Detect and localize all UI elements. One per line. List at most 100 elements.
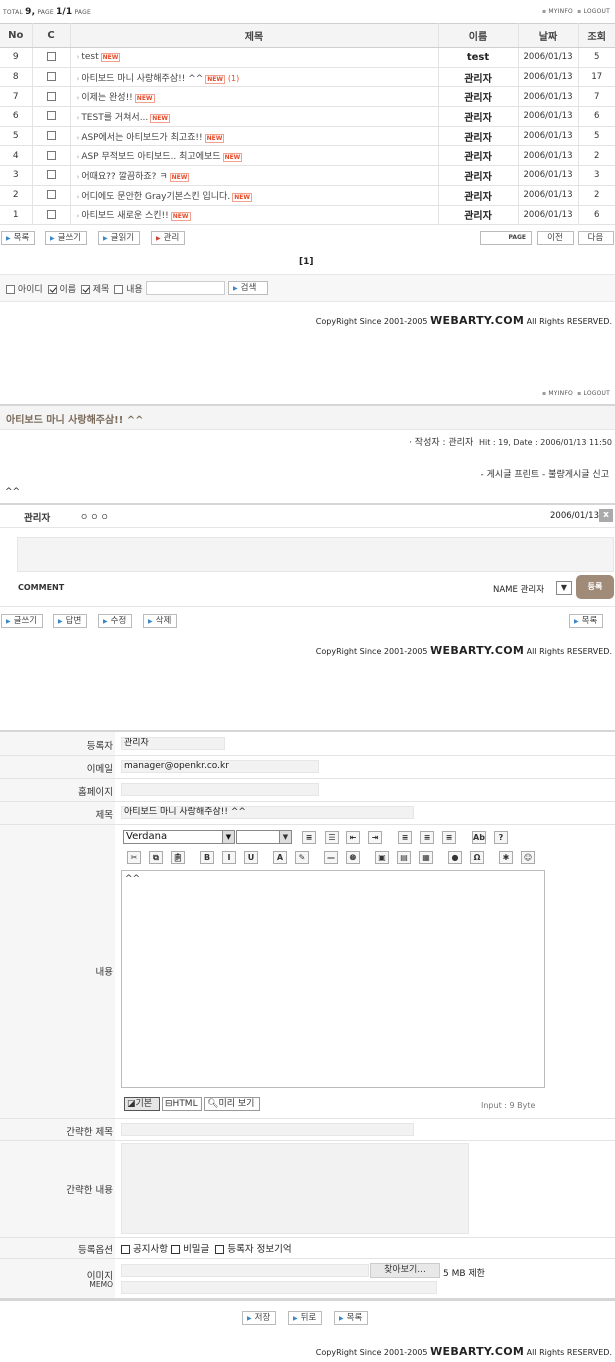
row-name[interactable]: 관리자 bbox=[438, 126, 519, 147]
color-picker-icon[interactable]: ● bbox=[448, 851, 462, 864]
highlight-icon[interactable]: ✎ bbox=[295, 851, 309, 864]
font-select[interactable]: Verdana ▼ bbox=[123, 830, 235, 844]
row-title-cell[interactable]: › ASP 무적보드 아티보드.. 최고에보드 NEW bbox=[70, 145, 439, 167]
row-name[interactable]: test bbox=[438, 47, 519, 68]
content-editor[interactable]: ^^ bbox=[121, 870, 545, 1088]
search-input[interactable] bbox=[146, 281, 225, 295]
row-checkbox[interactable] bbox=[46, 91, 56, 101]
form-list-button[interactable]: ▶ 목록 bbox=[334, 1311, 369, 1325]
table-row[interactable]: 7 › 이제는 완성!! NEW 관리자 2006/01/13 7 bbox=[0, 86, 615, 108]
view-myinfo-link[interactable]: MYINFO bbox=[548, 390, 572, 397]
row-checkbox[interactable] bbox=[46, 150, 56, 160]
ordered-list-icon[interactable]: ≡ bbox=[302, 831, 316, 844]
pagination[interactable]: [1] bbox=[299, 257, 314, 267]
row-name[interactable]: 관리자 bbox=[438, 205, 519, 226]
align-right-icon[interactable]: ≡ bbox=[442, 831, 456, 844]
read-button[interactable]: ▶ 글읽기 bbox=[98, 231, 141, 245]
help-icon[interactable]: ? bbox=[494, 831, 508, 844]
myinfo-link[interactable]: MYINFO bbox=[548, 8, 572, 15]
image-icon[interactable]: ▣ bbox=[375, 851, 389, 864]
row-title[interactable]: TEST를 거쳐서... bbox=[81, 113, 148, 123]
row-checkbox[interactable] bbox=[46, 111, 56, 121]
cut-icon[interactable]: ✂ bbox=[127, 851, 141, 864]
prev-button[interactable]: 이전 bbox=[537, 231, 574, 245]
short-content-textarea[interactable] bbox=[121, 1143, 469, 1234]
row-title-cell[interactable]: › 아티보드 마니 사랑해주삼!! ^^ NEW (1) bbox=[70, 67, 439, 88]
indent-icon[interactable]: ⇥ bbox=[368, 831, 382, 844]
table-icon[interactable]: ▦ bbox=[419, 851, 433, 864]
row-checkbox[interactable] bbox=[46, 190, 56, 200]
author-field[interactable]: 관리자 bbox=[121, 737, 225, 750]
row-title[interactable]: 어디에도 문안한 Gray기본스킨 입니다. bbox=[81, 192, 230, 202]
row-title-cell[interactable]: › 어때요?? 깔끔하죠? ㅋ NEW bbox=[70, 165, 439, 186]
row-title-cell[interactable]: › ASP에서는 아티보드가 최고죠!! NEW bbox=[70, 126, 439, 147]
smiley-icon[interactable]: ☺ bbox=[521, 851, 535, 864]
spellcheck-icon[interactable]: Ab bbox=[472, 831, 486, 844]
logout-link[interactable]: LOGOUT bbox=[584, 8, 610, 15]
edit-button[interactable]: ▶ 수정 bbox=[98, 614, 133, 628]
row-title[interactable]: ASP에서는 아티보드가 최고죠!! bbox=[81, 133, 202, 143]
font-color-icon[interactable]: A bbox=[273, 851, 287, 864]
view-logout-link[interactable]: LOGOUT bbox=[584, 390, 610, 397]
mode-html-tab[interactable]: ⊟HTML bbox=[162, 1097, 202, 1111]
link-icon[interactable]: 🌐︎ bbox=[346, 851, 360, 864]
email-field[interactable]: manager@openkr.co.kr bbox=[121, 760, 319, 773]
row-title[interactable]: test bbox=[81, 52, 98, 62]
row-title-cell[interactable]: › test NEW bbox=[70, 47, 439, 68]
special-char-icon[interactable]: Ω bbox=[470, 851, 484, 864]
row-name[interactable]: 관리자 bbox=[438, 106, 519, 127]
write-button[interactable]: ▶ 글쓰기 bbox=[45, 231, 88, 245]
row-name[interactable]: 관리자 bbox=[438, 86, 519, 108]
row-title-cell[interactable]: › 아티보드 새로운 스킨!! NEW bbox=[70, 205, 439, 226]
outdent-icon[interactable]: ⇤ bbox=[346, 831, 360, 844]
back-button[interactable]: ▶ 뒤로 bbox=[288, 1311, 323, 1325]
search-content-checkbox[interactable] bbox=[114, 285, 124, 294]
table-row[interactable]: 8 › 아티보드 마니 사랑해주삼!! ^^ NEW (1) 관리자 2006/01/13… bbox=[0, 67, 615, 88]
paste-icon[interactable]: 📋︎ bbox=[171, 851, 185, 864]
post-actions[interactable]: - 게시글 프린트 - 불량게시글 신고 bbox=[481, 467, 609, 480]
save-button[interactable]: ▶ 저장 bbox=[242, 1311, 277, 1325]
search-name-checkbox[interactable] bbox=[47, 285, 57, 294]
row-checkbox[interactable] bbox=[46, 131, 56, 141]
page-input[interactable]: PAGE bbox=[480, 231, 532, 245]
row-name[interactable]: 관리자 bbox=[438, 165, 519, 186]
row-checkbox[interactable] bbox=[46, 209, 56, 219]
mode-basic-tab[interactable]: ◪기본 bbox=[124, 1097, 160, 1111]
table-row[interactable]: 9 › test NEW test 2006/01/13 5 bbox=[0, 47, 615, 68]
view-list-button[interactable]: ▶ 목록 bbox=[569, 614, 604, 628]
bold-icon[interactable]: B bbox=[200, 851, 214, 864]
search-id-checkbox[interactable] bbox=[6, 285, 15, 294]
row-checkbox[interactable] bbox=[46, 52, 56, 62]
image-file-field[interactable] bbox=[121, 1264, 369, 1277]
media-icon[interactable]: ▤ bbox=[397, 851, 411, 864]
row-title-cell[interactable]: › TEST를 거쳐서... NEW bbox=[70, 106, 439, 127]
table-row[interactable]: 6 › TEST를 거쳐서... NEW 관리자 2006/01/13 6 bbox=[0, 106, 615, 127]
short-title-field[interactable] bbox=[121, 1123, 414, 1136]
underline-icon[interactable]: U bbox=[244, 851, 258, 864]
row-title[interactable]: 이제는 완성!! bbox=[81, 93, 132, 103]
row-title[interactable]: 어때요?? 깔끔하죠? ㅋ bbox=[81, 172, 167, 182]
browse-button[interactable]: 찾아보기... bbox=[370, 1263, 440, 1278]
comment-delete-icon[interactable]: x bbox=[599, 509, 613, 522]
row-name[interactable]: 관리자 bbox=[438, 185, 519, 206]
mode-preview-tab[interactable]: 🔍︎미리 보기 bbox=[204, 1097, 260, 1111]
list-button[interactable]: ▶ 목록 bbox=[1, 231, 36, 245]
chevron-down-icon[interactable]: ▼ bbox=[556, 581, 572, 595]
row-checkbox[interactable] bbox=[46, 72, 56, 82]
horizontal-rule-icon[interactable]: — bbox=[324, 851, 338, 864]
row-name[interactable]: 관리자 bbox=[438, 145, 519, 167]
view-write-button[interactable]: ▶ 글쓰기 bbox=[1, 614, 44, 628]
memo-field[interactable] bbox=[121, 1281, 437, 1294]
notice-checkbox[interactable] bbox=[121, 1245, 130, 1254]
search-title-checkbox[interactable] bbox=[80, 285, 90, 294]
row-checkbox[interactable] bbox=[46, 170, 56, 180]
table-row[interactable]: 1 › 아티보드 새로운 스킨!! NEW 관리자 2006/01/13 6 bbox=[0, 205, 615, 226]
title-field[interactable]: 아티보드 마니 사랑해주삼!! ^^ bbox=[121, 806, 414, 819]
next-button[interactable]: 다음 bbox=[578, 231, 614, 245]
row-title-cell[interactable]: › 어디에도 문안한 Gray기본스킨 입니다. NEW bbox=[70, 185, 439, 206]
align-center-icon[interactable]: ≡ bbox=[420, 831, 434, 844]
table-row[interactable]: 3 › 어때요?? 깔끔하죠? ㅋ NEW 관리자 2006/01/13 3 bbox=[0, 165, 615, 186]
emoticon-icon[interactable]: ✱ bbox=[499, 851, 513, 864]
row-title-cell[interactable]: › 이제는 완성!! NEW bbox=[70, 86, 439, 108]
bullet-list-icon[interactable]: ☰ bbox=[325, 831, 339, 844]
